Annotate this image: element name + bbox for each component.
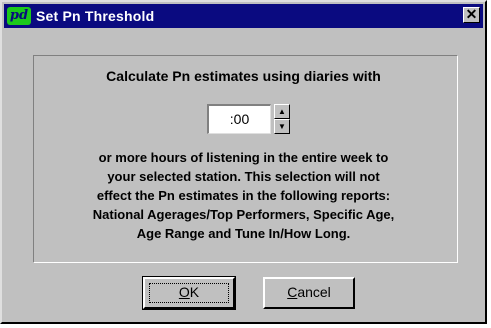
cancel-button[interactable]: Cancel [263, 277, 355, 309]
description-line: Age Range and Tune In/How Long. [136, 226, 351, 241]
window-title: Set Pn Threshold [36, 8, 155, 24]
set-pn-threshold-dialog: pd Set Pn Threshold ✕ Calculate Pn estim… [0, 0, 487, 324]
hours-spinner: :00 ▲ ▼ [207, 104, 291, 134]
description-text: or more hours of listening in the entire… [42, 148, 445, 243]
title-bar[interactable]: pd Set Pn Threshold ✕ [4, 4, 483, 28]
focus-rectangle [149, 283, 229, 303]
prompt-text: Calculate Pn estimates using diaries wit… [106, 68, 381, 84]
description-line: your selected station. This selection wi… [107, 169, 380, 184]
ok-button[interactable]: OK [142, 276, 236, 310]
cancel-mnemonic: C [287, 284, 298, 300]
description-line: or more hours of listening in the entire… [98, 150, 389, 165]
hours-input[interactable]: :00 [207, 104, 271, 134]
spin-up-icon[interactable]: ▲ [274, 104, 290, 119]
description-line: effect the Pn estimates in the following… [96, 188, 391, 203]
cancel-label-rest: ancel [297, 284, 331, 300]
spin-down-icon[interactable]: ▼ [274, 119, 290, 134]
description-line: National Agerages/Top Performers, Specif… [92, 207, 395, 222]
app-logo-icon: pd [7, 7, 31, 25]
close-icon[interactable]: ✕ [463, 7, 480, 23]
